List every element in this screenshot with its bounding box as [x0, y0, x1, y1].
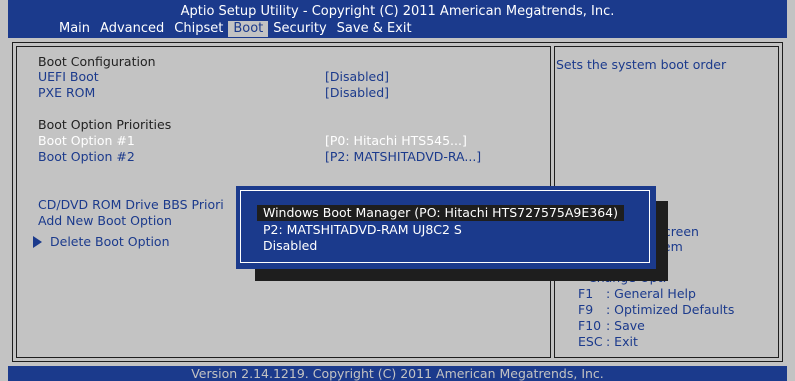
key-f9-desc: : Optimized Defaults [606, 302, 735, 317]
boot-option-2-value[interactable]: [P2: MATSHITADVD-RA...] [325, 149, 481, 164]
add-new-boot-option[interactable]: Add New Boot Option [38, 213, 172, 228]
submenu-arrow-icon [33, 236, 42, 248]
tab-save-exit[interactable]: Save & Exit [332, 21, 417, 37]
pxe-rom-value[interactable]: [Disabled] [325, 85, 389, 100]
key-exit-row: ESC: Exit [578, 334, 638, 349]
key-esc: ESC [578, 334, 603, 349]
section-boot-configuration: Boot Configuration [38, 54, 156, 69]
key-f10: F10 [578, 318, 602, 333]
footer-bar: Version 2.14.1219. Copyright (C) 2011 Am… [8, 366, 787, 381]
help-description: Sets the system boot order [556, 57, 727, 72]
key-defaults-row: F9 : Optimized Defaults [578, 302, 734, 317]
popup-option-disabled[interactable]: Disabled [263, 238, 317, 254]
key-esc-desc: : Exit [606, 334, 638, 349]
key-f9: F9 [578, 302, 594, 317]
tab-main[interactable]: Main [54, 21, 95, 37]
key-help-row: F1 : General Help [578, 286, 696, 301]
tab-advanced[interactable]: Advanced [95, 21, 169, 37]
delete-boot-option[interactable]: Delete Boot Option [50, 234, 170, 249]
key-f1-desc: : General Help [606, 286, 696, 301]
cddvd-bbs-priorities[interactable]: CD/DVD ROM Drive BBS Priori [38, 197, 224, 212]
key-save-row: F10 : Save [578, 318, 645, 333]
app-title: Aptio Setup Utility - Copyright (C) 2011… [180, 4, 615, 19]
menu-tabs: Main Advanced Chipset Boot Security Save… [54, 21, 417, 37]
uefi-boot-value[interactable]: [Disabled] [325, 69, 389, 84]
version-text: Version 2.14.1219. Copyright (C) 2011 Am… [191, 366, 604, 381]
popup-border: Windows Boot Manager (PO: Hitachi HTS727… [240, 190, 650, 263]
header-bar: Aptio Setup Utility - Copyright (C) 2011… [8, 0, 787, 38]
section-boot-option-priorities: Boot Option Priorities [38, 117, 172, 132]
uefi-boot-label[interactable]: UEFI Boot [38, 69, 99, 84]
bios-setup-screen: Aptio Setup Utility - Copyright (C) 2011… [0, 0, 795, 381]
pxe-rom-label[interactable]: PXE ROM [38, 85, 95, 100]
boot-option-popup: Windows Boot Manager (PO: Hitachi HTS727… [236, 186, 656, 269]
popup-option-windows-boot-manager[interactable]: Windows Boot Manager (PO: Hitachi HTS727… [257, 205, 624, 221]
tab-security[interactable]: Security [268, 21, 331, 37]
boot-option-2-label[interactable]: Boot Option #2 [38, 149, 135, 164]
boot-option-1-label[interactable]: Boot Option #1 [38, 133, 135, 148]
tab-chipset[interactable]: Chipset [169, 21, 228, 37]
key-f1: F1 [578, 286, 594, 301]
key-f10-desc: : Save [606, 318, 645, 333]
tab-boot[interactable]: Boot [228, 21, 269, 37]
popup-option-matshita-dvd[interactable]: P2: MATSHITADVD-RAM UJ8C2 S [263, 222, 462, 238]
boot-option-1-value[interactable]: [P0: Hitachi HTS545...] [325, 133, 467, 148]
